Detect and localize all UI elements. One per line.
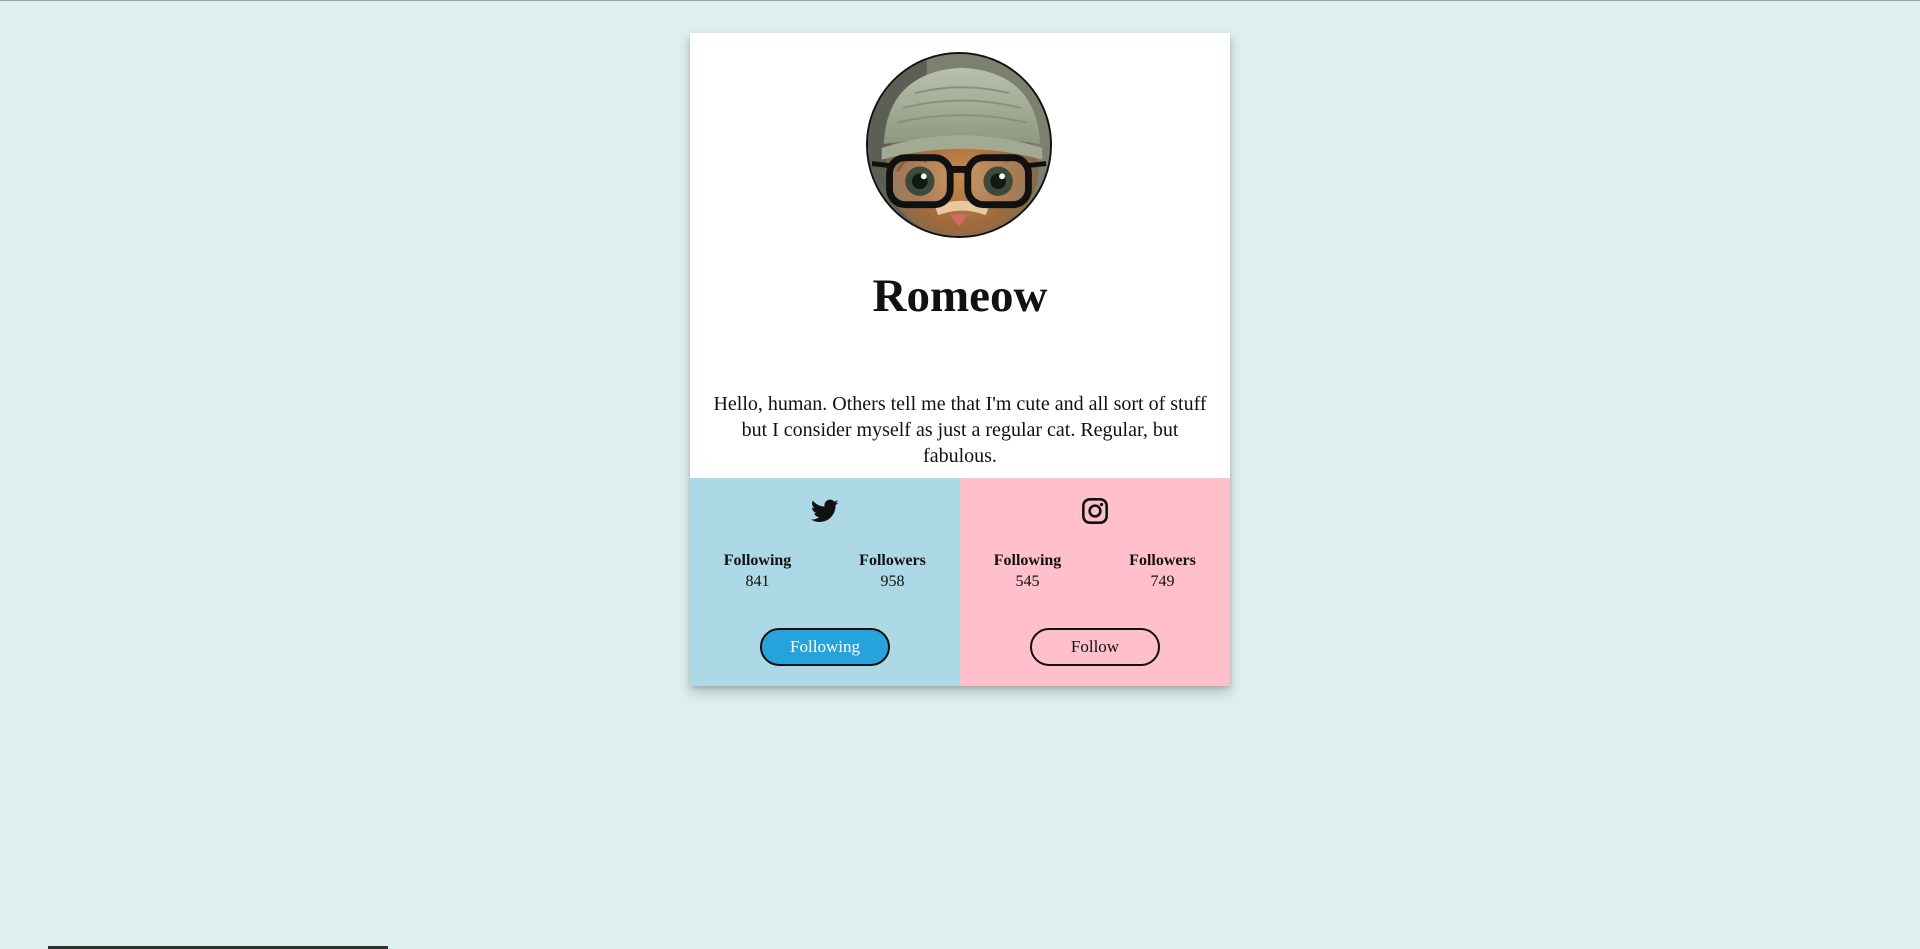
stat-label: Followers	[859, 552, 926, 569]
stat-value: 841	[745, 573, 770, 590]
stat-value: 749	[1150, 573, 1175, 590]
instagram-panel: Following 545 Followers 749 Follow	[960, 478, 1230, 686]
instagram-following-stat: Following 545	[960, 551, 1095, 593]
stat-label: Following	[723, 552, 792, 569]
profile-card: Romeow Hello, human. Others tell me that…	[690, 33, 1230, 686]
profile-header: Romeow Hello, human. Others tell me that…	[690, 33, 1230, 478]
twitter-following-button[interactable]: Following	[760, 628, 890, 666]
cat-avatar-image	[868, 54, 1050, 236]
avatar	[866, 52, 1052, 238]
twitter-bird-icon	[811, 499, 839, 522]
instagram-stats: Following 545 Followers 749	[960, 551, 1230, 593]
twitter-followers-stat: Followers 958	[825, 551, 960, 593]
instagram-follow-button[interactable]: Follow	[1030, 628, 1160, 666]
twitter-following-stat: Following 841	[690, 551, 825, 593]
stat-value: 958	[880, 573, 905, 590]
stat-label: Followers	[1129, 552, 1196, 569]
stat-label: Following	[993, 552, 1062, 569]
twitter-panel: Following 841 Followers 958 Following	[690, 478, 960, 686]
stat-value: 545	[1015, 573, 1040, 590]
top-border-line	[0, 0, 1920, 1]
twitter-stats: Following 841 Followers 958	[690, 551, 960, 593]
profile-name: Romeow	[872, 270, 1048, 322]
instagram-followers-stat: Followers 749	[1095, 551, 1230, 593]
social-panels: Following 841 Followers 958 Following Fo…	[690, 478, 1230, 686]
profile-bio: Hello, human. Others tell me that I'm cu…	[713, 393, 1207, 467]
instagram-icon	[1082, 498, 1108, 524]
